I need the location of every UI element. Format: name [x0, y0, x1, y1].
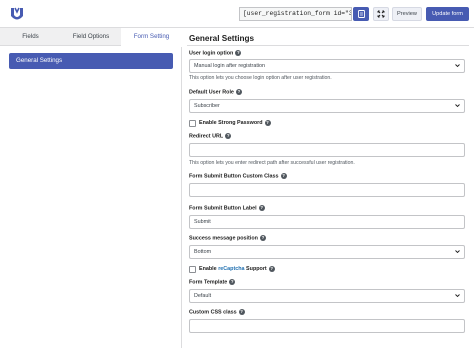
help-icon[interactable]: ? — [280, 173, 287, 179]
copy-shortcode-button[interactable] — [353, 7, 369, 21]
help-icon[interactable]: ? — [229, 279, 236, 285]
divider — [187, 45, 469, 46]
strong-password-checkbox[interactable] — [189, 119, 196, 127]
custom-css-input[interactable] — [189, 319, 465, 333]
default-user-role-select[interactable]: Subscriber — [189, 99, 465, 113]
submit-class-input[interactable] — [189, 183, 465, 197]
settings-panel: General Settings User login option? Manu… — [183, 28, 474, 348]
redirect-url-input[interactable] — [189, 143, 465, 157]
ur-logo-icon — [11, 7, 23, 20]
top-bar: [user_registration_form id="378"] Previe… — [0, 0, 474, 28]
help-icon[interactable]: ? — [235, 50, 242, 56]
help-icon[interactable]: ? — [238, 309, 245, 315]
update-form-button[interactable]: Update form — [426, 7, 469, 21]
tab-field-options[interactable]: Field Options — [61, 28, 121, 46]
success-position-label: Success message position? — [189, 235, 266, 242]
user-login-option-select[interactable]: Manual login after registration — [189, 59, 465, 73]
tab-form-setting[interactable]: Form Setting — [121, 28, 182, 47]
redirect-url-label: Redirect URL? — [189, 133, 232, 140]
shortcode-field[interactable]: [user_registration_form id="378"] — [239, 7, 352, 21]
strong-password-label: Enable Strong Password — [199, 120, 263, 126]
page-title: General Settings — [189, 34, 255, 43]
user-login-option-description: This option lets you choose login option… — [189, 75, 332, 81]
builder-tabs: Fields Field Options Form Setting — [0, 28, 182, 47]
help-icon[interactable]: ? — [235, 89, 242, 95]
help-icon[interactable]: ? — [258, 205, 265, 211]
copy-shortcode-icon — [357, 10, 365, 18]
strong-password-row: Enable Strong Password ? — [189, 119, 271, 127]
help-icon[interactable]: ? — [268, 266, 275, 272]
custom-css-label: Custom CSS class? — [189, 309, 245, 316]
chevron-down-icon — [455, 294, 460, 298]
chevron-down-icon — [455, 104, 460, 108]
success-position-select[interactable]: Bottom — [189, 245, 465, 259]
redirect-url-description: This option lets you enter redirect path… — [189, 160, 355, 166]
left-panel: Fields Field Options Form Setting Genera… — [0, 28, 182, 348]
chevron-down-icon — [455, 64, 460, 68]
sidebar-item-general-settings[interactable]: General Settings — [9, 53, 173, 69]
chevron-down-icon — [455, 250, 460, 254]
recaptcha-row: Enable reCaptcha Support ? — [189, 265, 275, 273]
help-icon[interactable]: ? — [264, 120, 271, 126]
tab-fields[interactable]: Fields — [0, 28, 61, 46]
recaptcha-link[interactable]: reCaptcha — [218, 266, 244, 272]
default-user-role-label: Default User Role? — [189, 89, 242, 96]
submit-class-label: Form Submit Button Custom Class? — [189, 173, 287, 180]
help-icon[interactable]: ? — [259, 235, 266, 241]
recaptcha-checkbox[interactable] — [189, 265, 196, 273]
recaptcha-label: Enable reCaptcha Support — [199, 266, 267, 272]
help-icon[interactable]: ? — [225, 133, 232, 139]
preview-button[interactable]: Preview — [392, 7, 422, 21]
submit-label-input[interactable]: Submit — [189, 215, 465, 229]
form-template-select[interactable]: Default — [189, 289, 465, 303]
embed-button[interactable] — [373, 7, 389, 21]
user-login-option-label: User login option? — [189, 50, 242, 57]
submit-label-label: Form Submit Button Label? — [189, 205, 265, 212]
embed-icon — [377, 10, 385, 18]
form-template-label: Form Template? — [189, 279, 236, 286]
